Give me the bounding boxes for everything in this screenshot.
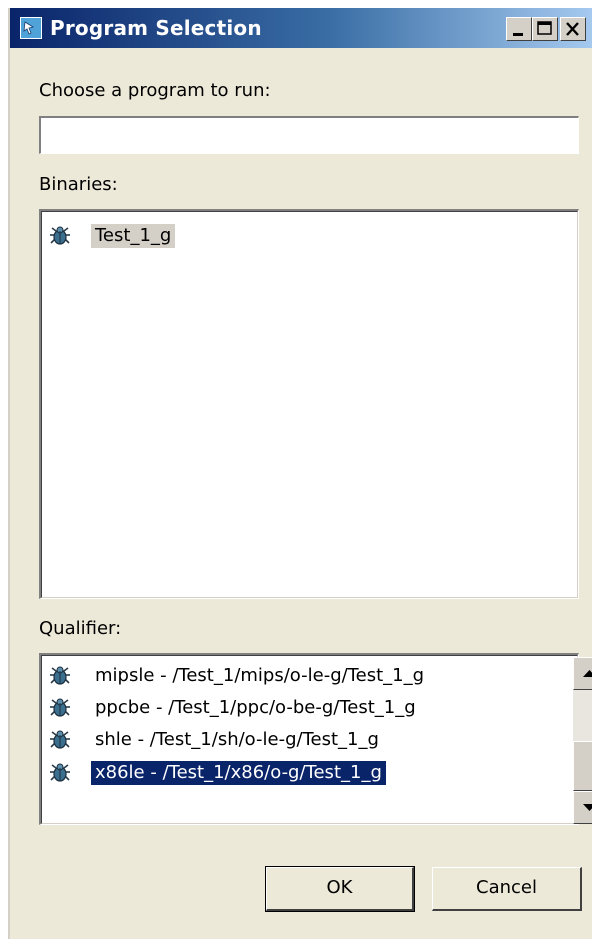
bug-icon xyxy=(50,226,70,245)
qualifier-item-label: mipsle - /Test_1/mips/o-le-g/Test_1_g xyxy=(95,665,425,686)
bug-icon xyxy=(50,730,70,749)
binaries-list: Test_1_g xyxy=(39,209,579,599)
window-title: Program Selection xyxy=(50,16,262,40)
program-selection-dialog: Program Selection Choose a program to ru… xyxy=(8,8,592,939)
arrow-down-icon xyxy=(583,804,592,811)
arrow-up-icon xyxy=(583,670,592,677)
bug-icon xyxy=(50,763,70,782)
close-button[interactable] xyxy=(560,17,586,41)
minimize-icon xyxy=(513,33,523,36)
qualifier-list-item-mipsle[interactable]: mipsle - /Test_1/mips/o-le-g/Test_1_g xyxy=(47,663,547,689)
title-bar[interactable]: Program Selection xyxy=(10,8,592,48)
binaries-item-label: Test_1_g xyxy=(91,224,176,248)
qualifier-item-label: x86le - /Test_1/x86/o-g/Test_1_g xyxy=(91,761,386,785)
maximize-button[interactable] xyxy=(532,17,558,41)
qualifier-scrollbar[interactable] xyxy=(573,657,592,824)
close-icon xyxy=(566,22,579,36)
binaries-list-item[interactable]: Test_1_g xyxy=(47,223,247,249)
minimize-button[interactable] xyxy=(506,17,532,41)
maximize-icon xyxy=(537,21,552,35)
ok-button[interactable]: OK xyxy=(265,866,415,912)
binaries-list-frame xyxy=(41,211,578,598)
qualifier-list-item-x86le[interactable]: x86le - /Test_1/x86/o-g/Test_1_g xyxy=(47,759,547,787)
qualifier-label: Qualifier: xyxy=(39,618,122,639)
scroll-down-button[interactable] xyxy=(573,791,592,824)
program-input-frame xyxy=(39,116,579,154)
qualifier-list-item-ppcbe[interactable]: ppcbe - /Test_1/ppc/o-be-g/Test_1_g xyxy=(47,695,547,721)
qualifier-list-item-shle[interactable]: shle - /Test_1/sh/o-le-g/Test_1_g xyxy=(47,727,547,753)
qualifier-list: mipsle - /Test_1/mips/o-le-g/Test_1_g pp… xyxy=(39,653,592,825)
scroll-up-button[interactable] xyxy=(573,657,592,690)
program-selection-icon xyxy=(20,17,42,39)
binaries-label: Binaries: xyxy=(39,174,118,195)
bug-icon xyxy=(50,698,70,717)
program-field-label: Choose a program to run: xyxy=(39,80,271,101)
cancel-button[interactable]: Cancel xyxy=(432,867,582,911)
scroll-thumb[interactable] xyxy=(573,741,592,791)
program-input[interactable] xyxy=(42,119,572,151)
qualifier-item-label: shle - /Test_1/sh/o-le-g/Test_1_g xyxy=(95,729,379,750)
qualifier-item-label: ppcbe - /Test_1/ppc/o-be-g/Test_1_g xyxy=(95,697,416,718)
bug-icon xyxy=(50,666,70,685)
